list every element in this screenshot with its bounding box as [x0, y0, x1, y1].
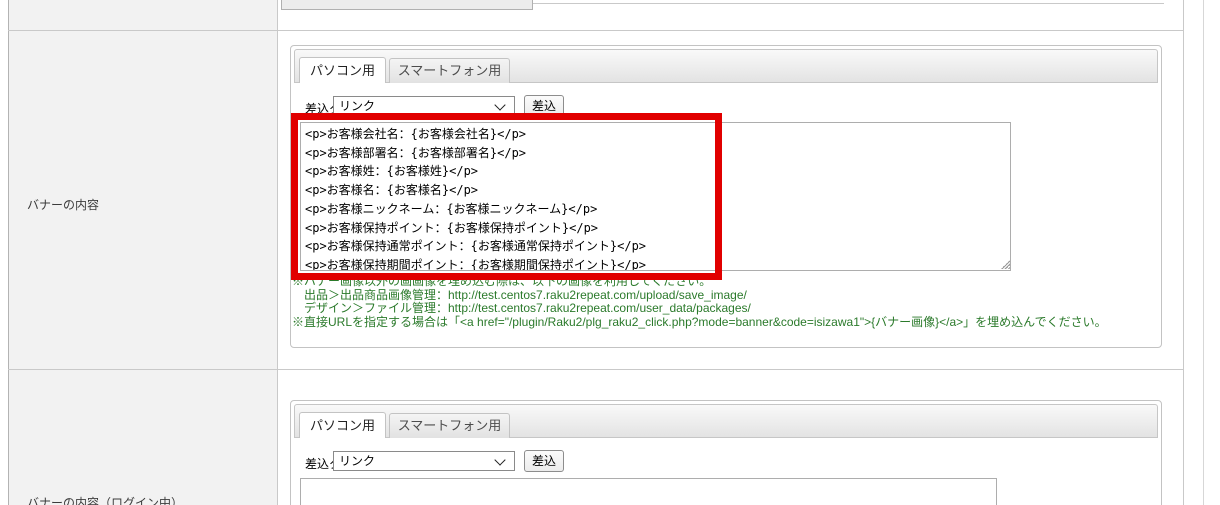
tab-pc[interactable]: パソコン用 [299, 412, 386, 438]
tab-smartphone[interactable]: スマートフォン用 [389, 413, 510, 438]
insert-tag-select[interactable]: リンク [333, 96, 515, 116]
divider [277, 0, 278, 505]
insert-button[interactable]: 差込 [524, 95, 564, 117]
insert-tag-selected-value: リンク [339, 454, 376, 468]
insert-tag-select[interactable]: リンク [333, 451, 515, 471]
divider [8, 30, 1184, 31]
resize-grip-icon[interactable] [1000, 259, 1010, 269]
usage-notes: ※バナー画像以外の画画像を埋め込む際は、以下の画像を利用してください。 出品＞出… [292, 274, 1158, 329]
banner-content-panel: パソコン用 スマートフォン用 差込タグ リンク 差込 <p>お客様会社名：{お客… [290, 45, 1162, 348]
note-line: ※バナー画像以外の画画像を埋め込む際は、以下の画像を利用してください。 [292, 274, 712, 288]
note-line: ※直接URLを指定する場合は「<a href="/plugin/Raku2/pl… [292, 314, 1107, 329]
label-column [9, 0, 277, 505]
chevron-down-icon [494, 99, 506, 111]
insert-tag-selected-value: リンク [339, 99, 376, 113]
tab-smartphone[interactable]: スマートフォン用 [389, 58, 510, 83]
banner-content-textarea[interactable]: <p>お客様会社名：{お客様会社名}</p> <p>お客様部署名：{お客様部署名… [300, 122, 1011, 271]
divider [1183, 0, 1184, 505]
note-line: デザイン＞ファイル管理：http://test.centos7.raku2rep… [304, 301, 751, 315]
row-label-banner-content: バナーの内容 [27, 198, 100, 212]
chevron-down-icon [494, 454, 506, 466]
row-label-banner-content-login: バナーの内容（ログイン中） [27, 496, 184, 505]
previous-row-field-fragment [281, 0, 533, 10]
tab-pc[interactable]: パソコン用 [299, 57, 386, 83]
divider [1203, 0, 1204, 505]
divider [8, 369, 1184, 370]
divider [8, 0, 9, 505]
page: バナーの内容 パソコン用 スマートフォン用 差込タグ リンク 差込 <p>お客様… [0, 0, 1220, 505]
banner-content-login-panel: パソコン用 スマートフォン用 差込タグ リンク 差込 [290, 400, 1162, 505]
banner-content-login-textarea[interactable] [300, 478, 997, 505]
note-line: 出品＞出品商品画像管理：http://test.centos7.raku2rep… [304, 287, 747, 302]
insert-button[interactable]: 差込 [524, 450, 564, 472]
